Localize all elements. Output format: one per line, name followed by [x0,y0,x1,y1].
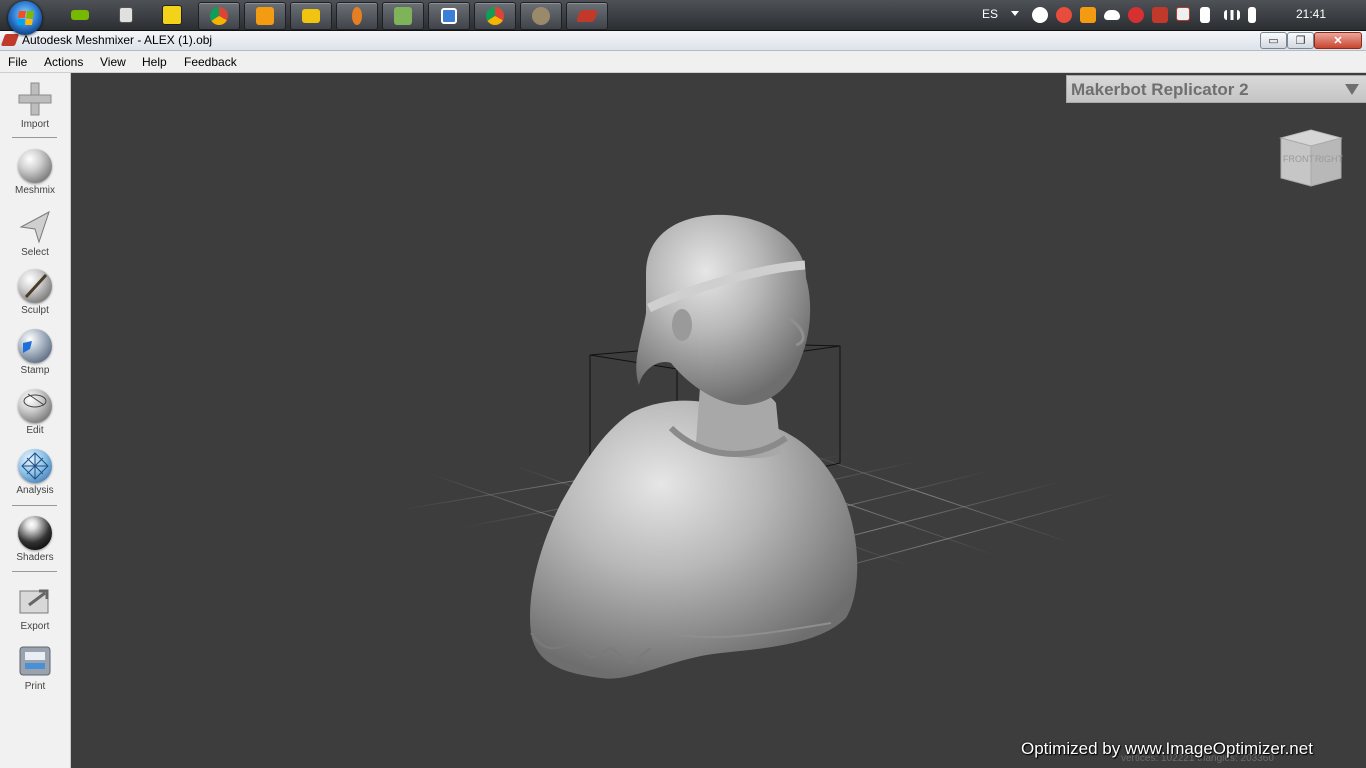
scanned-bust-model[interactable] [530,214,858,679]
photos-app-icon[interactable] [382,2,424,30]
tool-label-edit: Edit [26,425,44,436]
netbeans-app-icon[interactable] [428,2,470,30]
usb-device-tray-icon[interactable] [1200,7,1210,23]
windows-logo-icon [17,11,34,25]
chevron-down-icon[interactable] [1011,11,1019,16]
edit-tool-button[interactable]: Edit [0,389,70,436]
viewcube-front-label[interactable]: FRONT [1283,154,1314,164]
edit-sphere-icon [18,389,52,423]
window-title-bar: Autodesk Meshmixer - ALEX (1).obj ▭ ❐ ✕ [0,31,1366,51]
volume-icon[interactable] [1248,7,1256,23]
scene-canvas[interactable] [71,73,1366,768]
maximize-button[interactable]: ❐ [1287,32,1314,49]
meshmix-tool-button[interactable]: Meshmix [0,149,70,196]
signal-strength-tray-icon[interactable] [1224,10,1240,20]
onedrive-tray-icon[interactable] [1104,10,1120,20]
close-button[interactable]: ✕ [1314,32,1362,49]
plus-icon [18,82,52,116]
menu-actions[interactable]: Actions [44,55,83,69]
import-tool-button[interactable]: Import [0,81,70,130]
meshmixer-pin-app-icon[interactable] [336,2,378,30]
minimize-button[interactable]: ▭ [1260,32,1287,49]
toolbar-divider [12,571,57,572]
tool-label-analysis: Analysis [16,485,54,496]
meshmix-head-icon [18,149,52,183]
notepad-plus-app-icon[interactable] [152,2,192,28]
stamp-tool-button[interactable]: Stamp [0,329,70,376]
image-optimizer-watermark: Optimized by www.ImageOptimizer.net [1021,739,1313,758]
sculpt-brush-icon [18,269,52,303]
mega-tray-icon[interactable] [1128,7,1144,23]
chevron-down-icon[interactable] [1345,84,1359,95]
tool-label-sculpt: Sculpt [21,305,49,316]
window-title: Autodesk Meshmixer - ALEX (1).obj [22,33,213,47]
start-button[interactable] [8,1,42,35]
media-player-app-icon[interactable] [244,2,286,30]
export-tool-button[interactable]: Export [0,583,70,632]
ccleaner-tray-icon[interactable] [1056,7,1072,23]
toolbar-divider [12,137,57,138]
menu-file[interactable]: File [8,55,27,69]
menu-bar: File Actions View Help Feedback [0,51,1366,73]
language-indicator[interactable]: ES [982,7,998,21]
system-clock[interactable]: 21:41 [1296,7,1326,21]
meshmixer-active-app-icon[interactable] [566,2,608,30]
tool-label-select: Select [21,247,49,258]
file-explorer-app-icon[interactable] [290,2,332,30]
printer-selector[interactable]: Makerbot Replicator 2 [1066,75,1366,103]
menu-help[interactable]: Help [142,55,167,69]
select-arrow-icon [19,210,50,244]
avast-tray-icon[interactable] [1080,7,1096,23]
view-cube[interactable]: FRONT RIGHT [1277,128,1345,188]
tool-label-import: Import [20,119,50,130]
tool-label-meshmix: Meshmix [14,185,55,196]
toolbar-divider [12,505,57,506]
chrome-second-app-icon[interactable] [474,2,516,30]
3d-viewport[interactable]: Makerbot Replicator 2 FRONT RIGHT vertic… [71,73,1366,768]
print-icon [19,646,51,676]
windows-taskbar: ES 21:41 [0,0,1366,35]
stamp-icon [18,329,52,363]
meshmixer-logo-icon [0,34,20,46]
viewcube-right-label[interactable]: RIGHT [1315,154,1344,164]
shaders-tool-button[interactable]: Shaders [0,516,70,563]
export-icon [19,589,49,614]
gimp-app-icon[interactable] [520,2,562,30]
select-tool-button[interactable]: Select [0,209,70,258]
analysis-tool-button[interactable]: Analysis [0,449,70,496]
calculator-app-icon[interactable] [106,2,146,28]
menu-view[interactable]: View [100,55,126,69]
tool-label-export: Export [20,621,50,632]
sculpt-tool-button[interactable]: Sculpt [0,269,70,316]
tool-palette: Import Meshmix Select Sculpt Stamp Edit … [0,73,71,768]
network-warning-tray-icon[interactable] [1176,7,1190,21]
menu-feedback[interactable]: Feedback [184,55,237,69]
printer-name: Makerbot Replicator 2 [1071,80,1249,99]
tool-label-stamp: Stamp [20,365,50,376]
print-tool-button[interactable]: Print [0,643,70,692]
analysis-mesh-icon [18,449,52,483]
cloud-upload-tray-icon[interactable] [1032,7,1048,23]
tool-label-shaders: Shaders [16,552,54,563]
temperature-tray-icon[interactable] [1152,7,1168,23]
shaders-sphere-icon [18,516,52,550]
nvidia-app-icon[interactable] [60,2,100,28]
tool-label-print: Print [24,681,46,692]
chrome-app-icon[interactable] [198,2,240,30]
